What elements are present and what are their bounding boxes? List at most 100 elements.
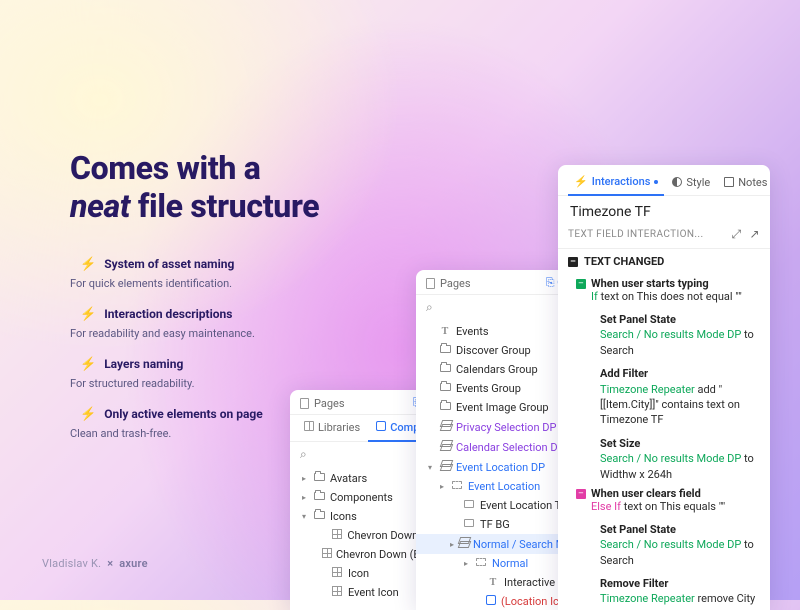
note-icon [724,177,734,187]
collapse-toggle-icon[interactable]: – [576,489,586,499]
chevron-icon[interactable]: ▾ [426,463,434,472]
lightning-icon: ⚡ [574,175,588,188]
widget-icon [462,500,476,511]
tree-label: Event Location DP [456,461,545,474]
folder-icon [312,473,326,484]
chevron-icon[interactable]: ▸ [462,559,470,568]
tree-label: Events Group [456,382,521,395]
dynamic-panel-icon [438,420,452,434]
tree-row[interactable]: Privacy Selection DP [416,417,581,437]
tree-row[interactable]: TInteractive BG [416,573,581,592]
panel-title: Pages [426,277,471,290]
action-add-filter[interactable]: Add FilterTimezone Repeater add "[[Item.… [570,360,770,430]
feature-title: Layers naming [104,357,183,371]
active-dot-icon [654,180,658,184]
folder-icon [312,492,326,503]
tree-label: Privacy Selection DP [456,421,556,434]
dynamic-panel-icon [438,440,452,454]
tree-label: TF BG [480,518,510,531]
feature-subtitle: For readability and easy maintenance. [70,327,450,340]
action-set-size[interactable]: Set SizeSearch / No results Mode DP to W… [570,430,770,484]
lightning-icon: ⚡ [80,407,96,422]
tree-row[interactable]: TF BG [416,515,581,534]
folder-icon [438,383,452,394]
tab-libraries[interactable]: Libraries [296,415,368,441]
component-ref-icon [330,567,344,580]
tree-row[interactable]: Event Image Group [416,398,581,417]
tree-label: Event Image Group [456,401,549,414]
tree-row[interactable]: ▸ Event Location [416,477,581,496]
widget-icon [462,519,476,530]
tree-row[interactable]: Events Group [416,379,581,398]
dynamic-panel-icon [458,537,469,551]
tree-label: Event Location [468,480,540,493]
collapse-toggle-icon[interactable]: – [576,279,586,289]
case-header[interactable]: – When user clears fieldElse If text on … [570,484,770,516]
text-icon: T [438,326,452,337]
tab-interactions[interactable]: ⚡Interactions [568,171,664,196]
chevron-icon[interactable]: ▸ [450,540,454,549]
chevron-icon[interactable]: ▸ [300,474,308,483]
component-ref-icon [330,529,344,542]
tree-label: Avatars [330,472,367,485]
feature-subtitle: For quick elements identification. [70,277,450,290]
tree-row[interactable]: ▸Normal / Search Mode [416,534,581,554]
components-icon [376,421,386,431]
collapse-icon[interactable]: ⤢ [732,227,742,242]
feature-title: Interaction descriptions [104,307,232,321]
tree-label: Icons [330,510,357,523]
tree-row[interactable]: ▸ Normal [416,554,581,573]
folder-icon [438,364,452,375]
tree-label: Events [456,325,489,338]
folder-icon [312,511,326,522]
tree-label: Normal [492,557,528,570]
tree-row[interactable]: Event Location TF [416,496,581,515]
contrast-icon [672,177,682,187]
dynamic-panel-icon [438,460,452,474]
feature-title: Only active elements on page [104,407,263,421]
lightning-icon: ⚡ [80,357,96,372]
chevron-icon[interactable]: ▸ [300,493,308,502]
book-icon [304,421,314,431]
tree-row[interactable]: T Events [416,322,581,341]
case-header[interactable]: – When user starts typingIf text on This… [570,274,770,306]
search-icon[interactable]: ⌕ [426,300,433,314]
hero-headline: Comes with a neat file structure [70,150,450,226]
component-icon [485,595,497,608]
pages-panel-outline: Pages ⎘ Ou ⌕ TEventsDiscover GroupCalend… [416,270,581,610]
tree-row[interactable]: Calendar Selection DP [416,437,581,457]
tree-row[interactable]: ▾ Event Location DP [416,457,581,477]
lightning-icon: ⚡ [80,257,96,272]
state-icon [474,558,488,569]
tab-style[interactable]: Style [666,171,716,195]
action-set-panel-state[interactable]: Set Panel StateSearch / No results Mode … [570,516,770,570]
chevron-icon[interactable]: ▸ [438,482,446,491]
tree-row[interactable]: Discover Group [416,341,581,360]
page-icon [300,398,309,409]
widget-name: Timezone TF [558,196,770,224]
component-ref-icon [330,586,344,599]
interaction-style-label: TEXT FIELD INTERACTION... [568,229,704,240]
tree-label: Discover Group [456,344,531,357]
tree-label: Calendar Selection DP [456,441,565,454]
search-icon[interactable]: ⌕ [300,447,307,461]
tab-notes[interactable]: Notes [718,171,770,195]
folder-icon [438,402,452,413]
popout-icon[interactable]: ↗ [750,227,760,242]
tree-label: Calendars Group [456,363,538,376]
collapse-toggle-icon[interactable]: – [568,257,578,267]
tree-label: Event Icon [348,586,399,599]
component-ref-icon [322,548,332,561]
tree-label: Components [330,491,393,504]
chevron-icon[interactable]: ▾ [300,512,308,521]
folder-icon [438,345,452,356]
feature-subtitle: For structured readability. [70,377,450,390]
action-remove-filter[interactable]: Remove FilterTimezone Repeater remove Ci… [570,570,770,610]
credits: Vladislav K. × axure [42,557,148,570]
tree-row[interactable]: Calendars Group [416,360,581,379]
tree-row[interactable]: (Location Icon) [416,592,581,610]
feature-item: ⚡Interaction descriptionsFor readability… [70,304,450,340]
tree-label: Icon [348,567,369,580]
action-set-panel-state[interactable]: Set Panel StateSearch / No results Mode … [570,306,770,360]
event-header[interactable]: –TEXT CHANGED [558,249,770,274]
